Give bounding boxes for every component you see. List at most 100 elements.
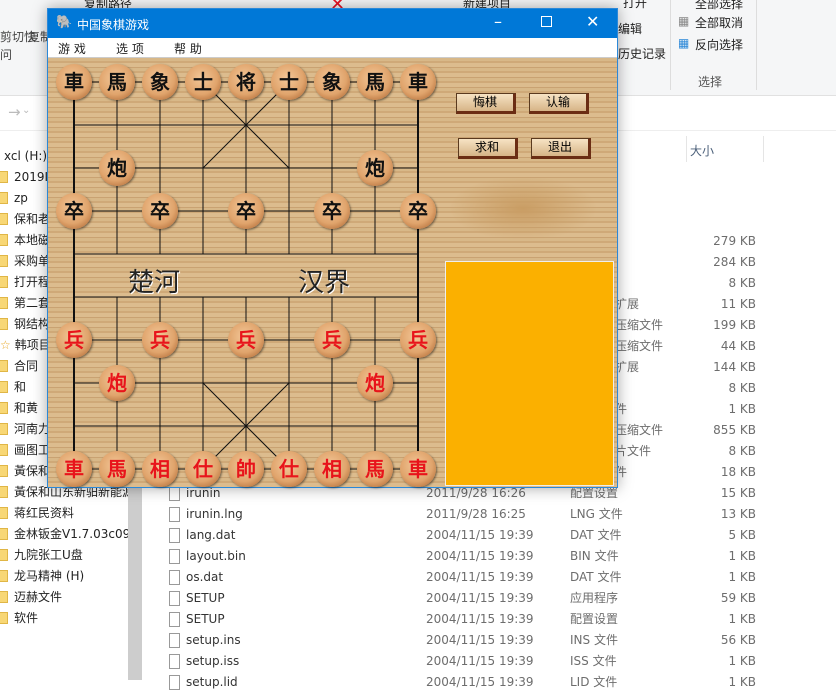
nav-item[interactable]: 和 bbox=[0, 377, 26, 398]
black-piece[interactable]: 将 bbox=[228, 64, 264, 100]
red-piece[interactable]: 帥 bbox=[228, 451, 264, 487]
file-row[interactable]: setup.iss 2004/11/15 19:39 ISS 文件 1 KB bbox=[160, 651, 836, 672]
history-button[interactable]: 历史记录 bbox=[618, 45, 666, 62]
close-button[interactable]: ✕ bbox=[586, 12, 599, 31]
red-piece[interactable]: 車 bbox=[56, 451, 92, 487]
black-piece[interactable]: 士 bbox=[271, 64, 307, 100]
nav-item[interactable]: xcl (H:) bbox=[0, 146, 47, 167]
ribbon-divider bbox=[756, 0, 757, 90]
file-type: BIN 文件 bbox=[570, 549, 619, 563]
nav-item-label: 保和老 bbox=[14, 212, 51, 226]
red-piece[interactable]: 相 bbox=[142, 451, 178, 487]
nav-item[interactable]: 金林钣金V1.7.03c09l bbox=[0, 524, 134, 545]
file-row[interactable]: setup.ins 2004/11/15 19:39 INS 文件 56 KB bbox=[160, 630, 836, 651]
chevron-down-icon[interactable]: ⌄ bbox=[22, 105, 30, 116]
exit-button[interactable]: 退出 bbox=[531, 138, 591, 159]
nav-item[interactable]: ☆ 韩项目 bbox=[0, 335, 51, 356]
menu-bar: 游 戏 选 项 帮 助 bbox=[48, 38, 617, 58]
nav-item[interactable]: 和黄 bbox=[0, 398, 38, 419]
file-row[interactable]: SETUP 2004/11/15 19:39 配置设置 1 KB bbox=[160, 609, 836, 630]
nav-item-label: 蒋红民资料 bbox=[14, 506, 75, 520]
red-piece[interactable]: 馬 bbox=[357, 451, 393, 487]
title-bar[interactable]: 🐘 中国象棋游戏 – ✕ bbox=[48, 9, 617, 38]
file-size: 1 KB bbox=[728, 402, 756, 416]
nav-item[interactable]: 软件 bbox=[0, 608, 38, 629]
folder-icon bbox=[0, 401, 8, 414]
red-piece[interactable]: 仕 bbox=[271, 451, 307, 487]
file-row[interactable]: SETUP 2004/11/15 19:39 应用程序 59 KB bbox=[160, 588, 836, 609]
nav-item[interactable]: 九院张工U盘 bbox=[0, 545, 83, 566]
red-piece[interactable]: 炮 bbox=[99, 365, 135, 401]
black-piece[interactable]: 馬 bbox=[99, 64, 135, 100]
nav-item[interactable]: 第二套 bbox=[0, 293, 50, 314]
file-date: 2004/11/15 19:39 bbox=[426, 570, 534, 584]
nav-item[interactable]: 保和老 bbox=[0, 209, 50, 230]
chess-board[interactable]: 楚河 汉界 悔棋 认输 求和 退出 車馬象士将士象馬車炮炮卒卒卒卒卒兵兵兵兵兵炮… bbox=[48, 58, 617, 487]
invert-selection-icon: ▦ bbox=[678, 36, 690, 50]
dragon-emblem bbox=[448, 176, 598, 241]
nav-item-label: 采购单 bbox=[14, 254, 51, 268]
resign-button[interactable]: 认输 bbox=[529, 93, 589, 114]
black-piece[interactable]: 卒 bbox=[314, 193, 350, 229]
file-row[interactable]: irunin.lng 2011/9/28 16:25 LNG 文件 13 KB bbox=[160, 504, 836, 525]
folder-icon bbox=[0, 422, 8, 435]
file-name: SETUP bbox=[186, 612, 225, 626]
black-piece[interactable]: 車 bbox=[56, 64, 92, 100]
nav-item[interactable]: 打开程 bbox=[0, 272, 50, 293]
nav-scrollbar-thumb[interactable] bbox=[128, 480, 142, 680]
minimize-button[interactable]: – bbox=[494, 12, 502, 31]
black-piece[interactable]: 象 bbox=[142, 64, 178, 100]
black-piece[interactable]: 炮 bbox=[357, 150, 393, 186]
nav-item[interactable]: 龙马精神 (H) bbox=[0, 566, 84, 587]
menu-help[interactable]: 帮 助 bbox=[174, 40, 202, 57]
file-row[interactable]: lang.dat 2004/11/15 19:39 DAT 文件 5 KB bbox=[160, 525, 836, 546]
nav-item[interactable]: 采购单 bbox=[0, 251, 50, 272]
draw-button[interactable]: 求和 bbox=[458, 138, 518, 159]
file-row[interactable]: os.dat 2004/11/15 19:39 DAT 文件 1 KB bbox=[160, 567, 836, 588]
forward-arrow-icon[interactable]: → bbox=[8, 103, 21, 121]
red-piece[interactable]: 兵 bbox=[142, 322, 178, 358]
black-piece[interactable]: 卒 bbox=[142, 193, 178, 229]
red-piece[interactable]: 馬 bbox=[99, 451, 135, 487]
open-button[interactable]: 打开 bbox=[623, 0, 647, 11]
file-row[interactable]: layout.bin 2004/11/15 19:39 BIN 文件 1 KB bbox=[160, 546, 836, 567]
column-header-size[interactable]: 大小 bbox=[690, 142, 714, 159]
nav-item[interactable]: 本地磁 bbox=[0, 230, 50, 251]
black-piece[interactable]: 炮 bbox=[99, 150, 135, 186]
nav-item[interactable]: 2019I bbox=[0, 167, 48, 188]
nav-item[interactable]: 蒋红民资料 bbox=[0, 503, 74, 524]
undo-button[interactable]: 悔棋 bbox=[456, 93, 516, 114]
file-size: 8 KB bbox=[728, 444, 756, 458]
black-piece[interactable]: 象 bbox=[314, 64, 350, 100]
black-piece[interactable]: 卒 bbox=[56, 193, 92, 229]
select-all-button[interactable]: 全部选择 bbox=[695, 0, 743, 12]
red-piece[interactable]: 仕 bbox=[185, 451, 221, 487]
edit-button[interactable]: 编辑 bbox=[618, 20, 642, 37]
nav-item[interactable]: zp bbox=[0, 188, 28, 209]
red-piece[interactable]: 車 bbox=[400, 451, 436, 487]
file-size: 8 KB bbox=[728, 381, 756, 395]
invert-selection-button[interactable]: 反向选择 bbox=[695, 36, 743, 53]
nav-item[interactable]: 迈赫文件 bbox=[0, 587, 62, 608]
menu-game[interactable]: 游 戏 bbox=[58, 40, 86, 57]
menu-options[interactable]: 选 项 bbox=[116, 40, 144, 57]
file-icon bbox=[169, 612, 180, 627]
file-type: 扩展 bbox=[615, 297, 640, 311]
red-piece[interactable]: 兵 bbox=[314, 322, 350, 358]
red-piece[interactable]: 兵 bbox=[56, 322, 92, 358]
red-piece[interactable]: 兵 bbox=[400, 322, 436, 358]
red-piece[interactable]: 炮 bbox=[357, 365, 393, 401]
black-piece[interactable]: 馬 bbox=[357, 64, 393, 100]
black-piece[interactable]: 士 bbox=[185, 64, 221, 100]
nav-item[interactable]: 河南力 bbox=[0, 419, 50, 440]
black-piece[interactable]: 卒 bbox=[228, 193, 264, 229]
nav-item[interactable]: 钢结构 bbox=[0, 314, 50, 335]
folder-icon bbox=[0, 170, 8, 183]
nav-item[interactable]: 合同 bbox=[0, 356, 38, 377]
black-piece[interactable]: 車 bbox=[400, 64, 436, 100]
maximize-button[interactable] bbox=[541, 16, 552, 27]
red-piece[interactable]: 相 bbox=[314, 451, 350, 487]
select-none-button[interactable]: 全部取消 bbox=[695, 14, 743, 31]
black-piece[interactable]: 卒 bbox=[400, 193, 436, 229]
red-piece[interactable]: 兵 bbox=[228, 322, 264, 358]
